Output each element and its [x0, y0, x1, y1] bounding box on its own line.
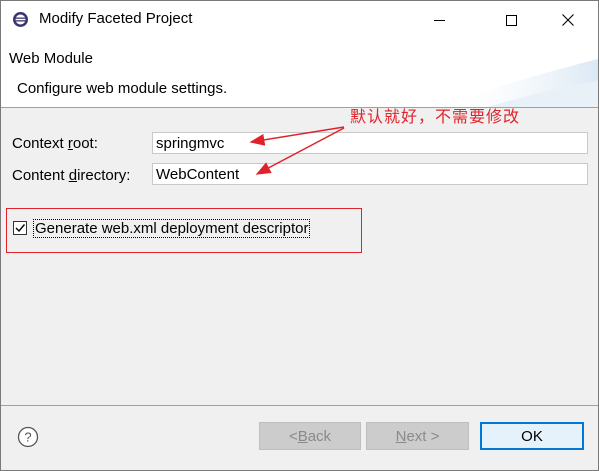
arrow-to-content-directory: [255, 127, 345, 175]
back-button[interactable]: < Back: [259, 422, 361, 450]
arrow-to-context-root: [249, 126, 345, 146]
annotation-arrows: [249, 126, 345, 175]
next-button[interactable]: Next >: [366, 422, 469, 450]
modify-faceted-project-dialog: Modify Faceted Project Web Module Config…: [0, 0, 599, 471]
svg-text:?: ?: [24, 430, 31, 445]
button-bar-separator: [1, 405, 598, 406]
ok-button[interactable]: OK: [480, 422, 584, 450]
help-icon[interactable]: ?: [17, 426, 39, 448]
